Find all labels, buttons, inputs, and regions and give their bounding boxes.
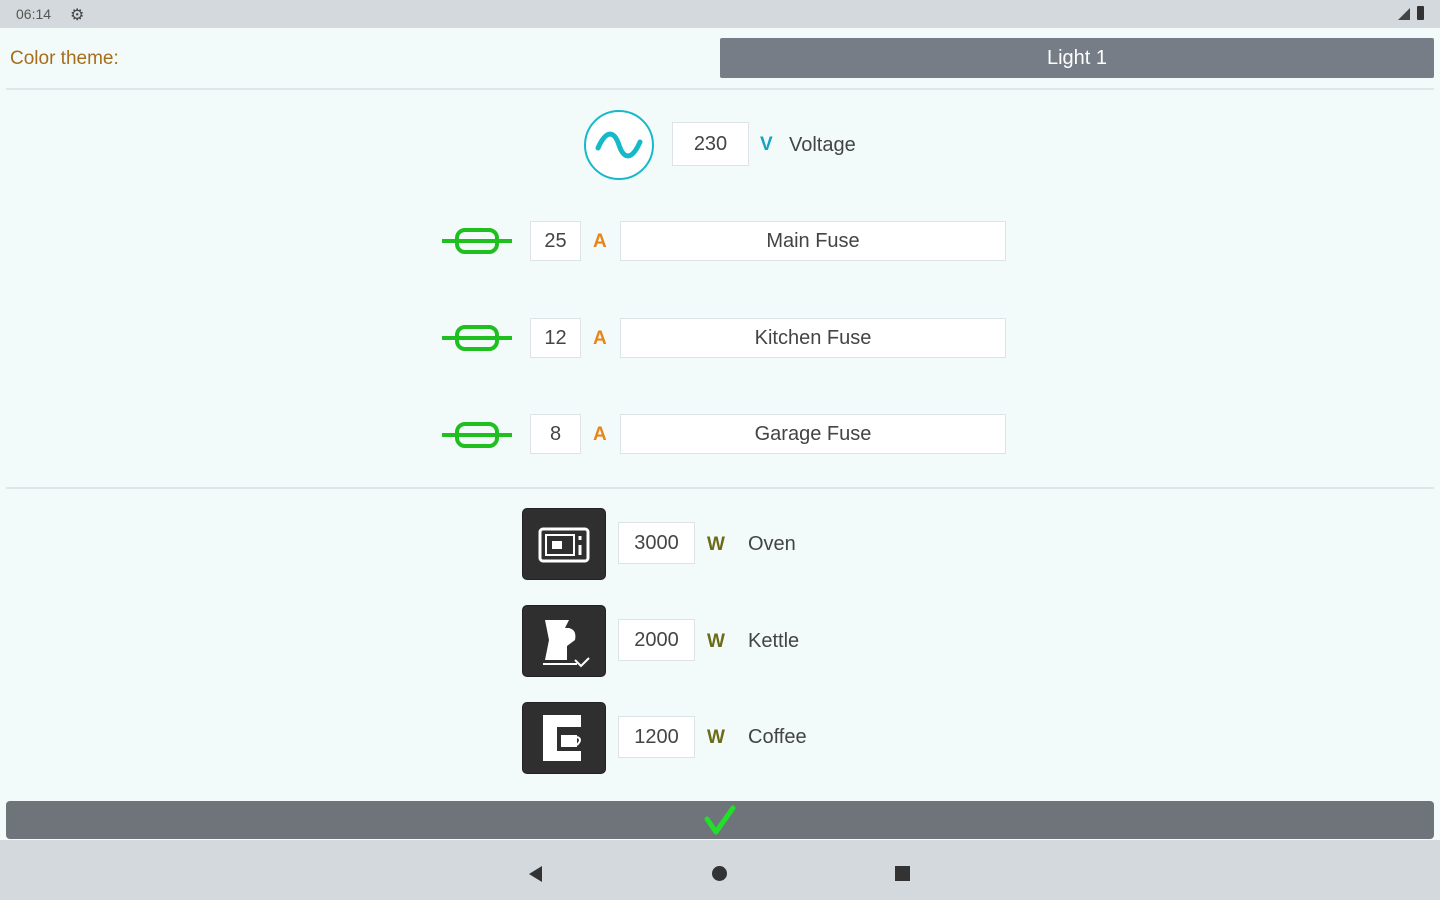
- settings-gear-icon: ⚙: [70, 7, 85, 24]
- back-icon[interactable]: [529, 866, 542, 882]
- oven-icon[interactable]: [522, 508, 606, 580]
- coffee-watts-input[interactable]: 1200: [618, 716, 695, 758]
- voltage-unit: V: [760, 134, 773, 155]
- garage-fuse-unit: A: [593, 424, 607, 445]
- battery-icon: [1417, 6, 1424, 20]
- voltage-input[interactable]: 230: [672, 122, 749, 166]
- main-fuse-unit: A: [593, 231, 607, 252]
- kettle-label: Kettle: [748, 630, 800, 652]
- oven-unit: W: [707, 534, 725, 555]
- checkmark-icon: [704, 805, 736, 835]
- kitchen-fuse-name-input[interactable]: Kitchen Fuse: [620, 318, 1006, 358]
- fuse-icon: [442, 422, 512, 448]
- kitchen-fuse-unit: A: [593, 328, 607, 349]
- confirm-button[interactable]: [6, 801, 1434, 839]
- kettle-unit: W: [707, 631, 725, 652]
- status-time: 06:14: [16, 6, 52, 22]
- home-icon[interactable]: [712, 866, 727, 881]
- signal-icon: [1398, 8, 1410, 20]
- main-fuse-amps-input[interactable]: 25: [530, 221, 581, 261]
- garage-fuse-name-input[interactable]: Garage Fuse: [620, 414, 1006, 454]
- coffee-unit: W: [707, 727, 725, 748]
- fuse-icon: [442, 325, 512, 351]
- divider-top: [6, 88, 1434, 90]
- kettle-icon[interactable]: [522, 605, 606, 677]
- kitchen-fuse-amps-input[interactable]: 12: [530, 318, 581, 358]
- navigation-bar: [0, 840, 1440, 900]
- main-fuse-name-input[interactable]: Main Fuse: [620, 221, 1006, 261]
- kettle-watts-input[interactable]: 2000: [618, 619, 695, 661]
- fuse-icon: [442, 228, 512, 254]
- oven-label: Oven: [748, 533, 796, 555]
- ac-voltage-icon: [584, 110, 654, 180]
- oven-watts-input[interactable]: 3000: [618, 522, 695, 564]
- garage-fuse-amps-input[interactable]: 8: [530, 414, 581, 454]
- coffee-label: Coffee: [748, 726, 807, 748]
- color-theme-label: Color theme:: [10, 48, 119, 69]
- recent-apps-icon[interactable]: [895, 866, 910, 881]
- voltage-label: Voltage: [789, 134, 856, 156]
- coffee-maker-icon[interactable]: [522, 702, 606, 774]
- divider-middle: [6, 487, 1434, 489]
- theme-row: Color theme: Light 1: [0, 28, 1440, 88]
- color-theme-select[interactable]: Light 1: [720, 38, 1434, 78]
- status-bar: 06:14 ⚙: [0, 0, 1440, 28]
